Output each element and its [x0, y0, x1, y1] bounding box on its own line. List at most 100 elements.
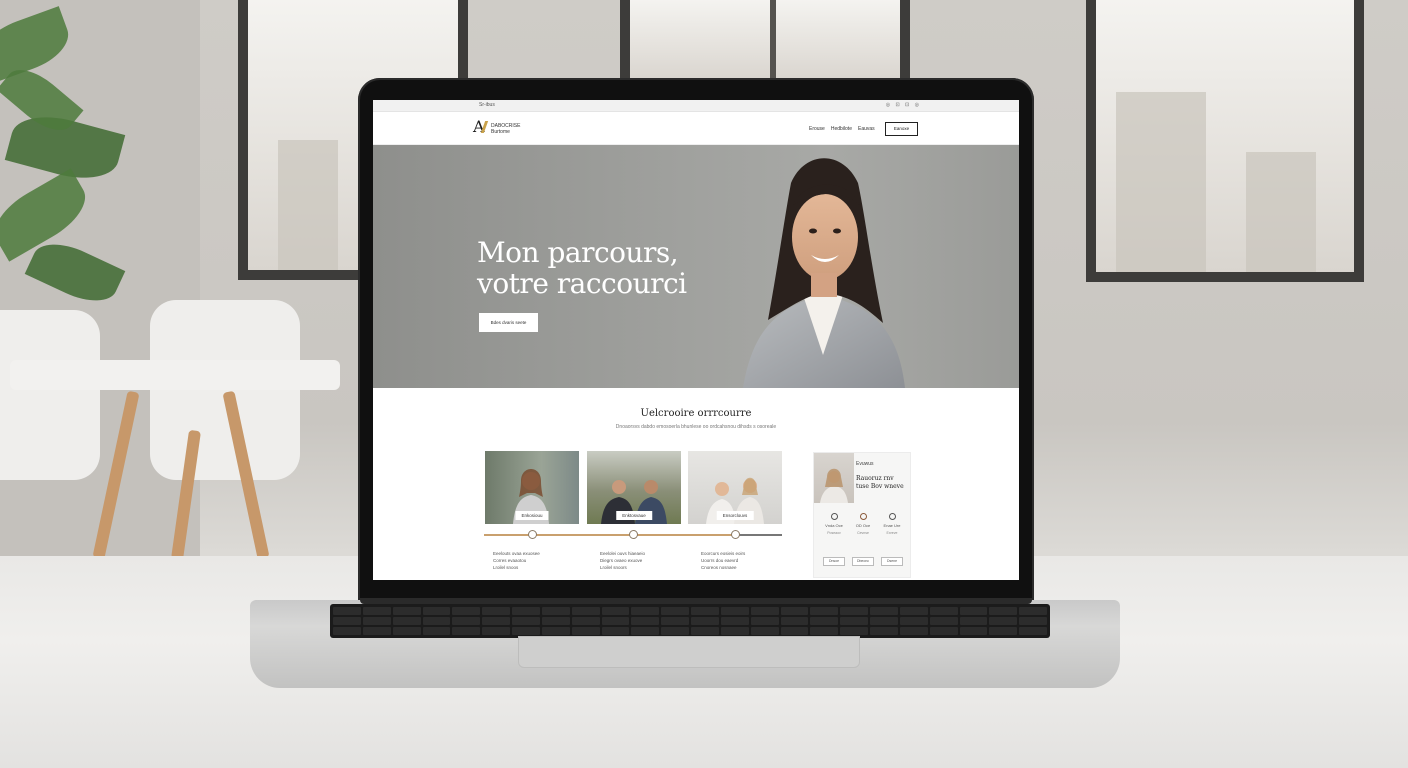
logo-text[interactable]: DABOCRISE Burtome	[491, 123, 520, 135]
keyboard-key	[780, 607, 809, 615]
keyboard-key	[422, 627, 451, 635]
top-bar: Sr-ibus ◎ ⊡ ⊡ ◎	[373, 100, 1019, 112]
keyboard-key	[392, 627, 421, 635]
hero-cta-button[interactable]: Bdes dvaris seete	[479, 313, 538, 332]
stat-1-icon	[830, 513, 838, 520]
stat-2-sub: Cevnse	[857, 531, 869, 535]
keyboard-key	[1019, 607, 1047, 615]
logo-line-2: Burtome	[491, 129, 510, 135]
keyboard-key	[899, 617, 928, 625]
keyboard-key	[452, 617, 481, 625]
hero-portrait	[743, 158, 905, 388]
section-title: Uelcrooire orrrcourre	[640, 408, 752, 419]
laptop-screen: Sr-ibus ◎ ⊡ ⊡ ◎ A DABOCRISE Burtome Erou…	[373, 100, 1019, 580]
keyboard-key	[810, 617, 839, 625]
keyboard-key	[750, 627, 779, 635]
keyboard-key	[989, 607, 1018, 615]
card-label-1: Enkosiouu	[515, 511, 549, 520]
window-center	[620, 0, 910, 90]
keyboard-key	[840, 607, 868, 615]
nav-link-2[interactable]: Hedbilote	[831, 126, 852, 132]
keyboard-key	[631, 627, 660, 635]
card-text-2-line-2: Diegrs ovaeo exuove	[600, 558, 643, 563]
keyboard-key	[452, 627, 481, 635]
keyboard-key	[362, 617, 391, 625]
keyboard-key	[929, 617, 958, 625]
keyboard-key	[929, 627, 958, 635]
card-text-3-line-2: Uoorrs dou eaevrd	[701, 558, 739, 563]
keyboard-key	[571, 617, 600, 625]
card-text-2-line-1: Eeelolei ouvs hiaeaeio	[600, 551, 646, 556]
stat-2-label: OD Oce	[855, 523, 871, 528]
keyboard-key	[1019, 617, 1047, 625]
card-text-1-line-3: Lroilel snoos	[493, 565, 519, 570]
card-label-2: Enktosvaue	[616, 511, 652, 520]
card-text-1-line-1: Eeelouts ovaa exuosee	[493, 551, 540, 556]
hero-title-line-1: Mon parcours,	[477, 236, 679, 269]
keyboard-key	[482, 627, 510, 635]
top-bar-social-icons[interactable]: ◎ ⊡ ⊡ ◎	[886, 102, 921, 108]
side-panel-button-3[interactable]: Dsene	[881, 557, 903, 566]
keyboard-key	[691, 617, 719, 625]
keyboard-key	[810, 627, 839, 635]
keyboard-key	[512, 627, 540, 635]
keyboard-key	[840, 617, 868, 625]
stat-3: Enae Ure Exreve	[878, 513, 906, 535]
keyboard-key	[959, 627, 988, 635]
keyboard-key	[929, 607, 958, 615]
keyboard-key	[482, 617, 510, 625]
keyboard-key	[661, 607, 689, 615]
card-text-1: Eeelouts ovaa exuosee Corres evaaotou Lr…	[493, 550, 575, 571]
nav-links: Erouse Hedbilote Eauvas	[809, 126, 875, 132]
timeline-bar-end	[735, 534, 782, 536]
keyboard-key	[810, 607, 839, 615]
keyboard-key	[691, 607, 719, 615]
nav-link-1[interactable]: Erouse	[809, 126, 825, 132]
timeline-node-1[interactable]	[528, 530, 537, 539]
keyboard-key	[661, 617, 689, 625]
side-panel: Evuwus Rauoruz rnv tuse Bov wneve Vnda O…	[813, 452, 911, 578]
card-text-3: Eoorcurs eosieis eoirs Uoorrs dou eaevrd…	[701, 550, 783, 571]
keyboard-key	[959, 607, 988, 615]
side-panel-title: Rauoruz rnv tuse Bov wneve	[856, 475, 904, 490]
section-subtitle: Dnoaorsvs dabdo emosoerla bhunlese oo or…	[615, 424, 777, 430]
stat-3-label: Enae Ure	[883, 523, 901, 528]
timeline-node-2[interactable]	[629, 530, 638, 539]
keyboard-key	[452, 607, 481, 615]
keyboard-key	[780, 617, 809, 625]
keyboard-key	[392, 607, 421, 615]
hero-title-line-2: votre raccourci	[477, 267, 687, 300]
card-text-2-line-3: Lroilel snoors	[600, 565, 627, 570]
navbar: A DABOCRISE Burtome Erouse Hedbilote Eau…	[373, 112, 1019, 145]
keyboard-key	[840, 627, 868, 635]
keyboard-key	[870, 607, 898, 615]
keyboard-key	[601, 627, 630, 635]
keyboard-key	[750, 617, 779, 625]
keyboard-key	[392, 617, 421, 625]
keyboard-key	[571, 607, 600, 615]
keyboard-key	[571, 627, 600, 635]
side-panel-button-1[interactable]: Dnsoe	[823, 557, 845, 566]
timeline-node-3[interactable]	[731, 530, 740, 539]
card-photo-2[interactable]: Enktosvaue	[587, 451, 681, 524]
laptop-trackpad	[518, 636, 860, 668]
keyboard-key	[1019, 627, 1047, 635]
keyboard-key	[362, 627, 391, 635]
nav-link-3[interactable]: Eauvas	[858, 126, 875, 132]
nav-cta-button[interactable]: Eanoxe	[885, 122, 918, 136]
hero-section: Mon parcours, votre raccourci Bdes dvari…	[373, 145, 1019, 388]
hero-title: Mon parcours, votre raccourci	[477, 237, 687, 299]
card-text-1-line-2: Corres evaaotou	[493, 558, 527, 563]
laptop-keyboard	[330, 604, 1050, 638]
keyboard-key	[362, 607, 391, 615]
stat-1-sub: Poseaov	[827, 531, 841, 535]
keyboard-key	[512, 617, 540, 625]
stat-3-sub: Exreve	[886, 531, 898, 535]
stat-3-icon	[888, 513, 896, 520]
stat-2-icon	[859, 513, 867, 520]
keyboard-key	[899, 627, 928, 635]
side-panel-button-2[interactable]: Dbeonc	[852, 557, 874, 566]
card-photo-1[interactable]: Enkosiouu	[485, 451, 579, 524]
card-photo-3[interactable]: Ensorclouvs	[688, 451, 782, 524]
keyboard-key	[541, 617, 570, 625]
